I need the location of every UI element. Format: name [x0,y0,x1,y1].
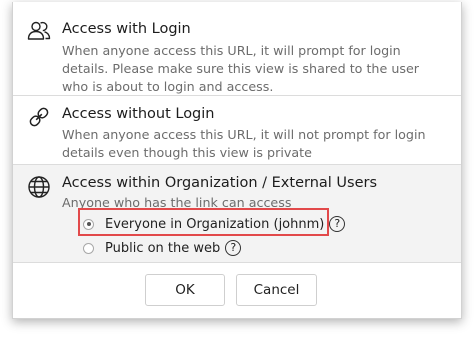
help-icon[interactable]: ? [225,240,242,256]
users-icon [27,21,51,40]
globe-icon [28,176,50,198]
option-title: Access without Login [62,106,215,122]
option-title: Access within Organization / External Us… [62,175,378,191]
option-title: Access with Login [62,21,191,37]
option-description: When anyone access this URL, it will not… [62,127,426,160]
option-description: When anyone access this URL, it will pro… [62,43,419,94]
help-icon[interactable]: ? [329,216,346,232]
radio-label: Everyone in Organization (johnm) [105,216,325,232]
ok-button[interactable]: OK [145,274,225,306]
option-access-within-organization[interactable]: Access within Organization / External Us… [13,165,461,263]
share-access-dialog: Access with Login When anyone access thi… [12,2,462,319]
radio-button-checked[interactable] [83,218,94,230]
option-access-with-login[interactable]: Access with Login When anyone access thi… [13,2,461,96]
link-icon [29,107,49,127]
radio-button[interactable] [83,242,94,254]
radio-everyone-in-organization[interactable]: Everyone in Organization (johnm) ? [83,213,346,235]
option-access-without-login[interactable]: Access without Login When anyone access … [13,96,461,165]
radio-public-on-web[interactable]: Public on the web ? [83,237,242,259]
cancel-button[interactable]: Cancel [236,274,317,306]
radio-label: Public on the web [105,240,221,256]
